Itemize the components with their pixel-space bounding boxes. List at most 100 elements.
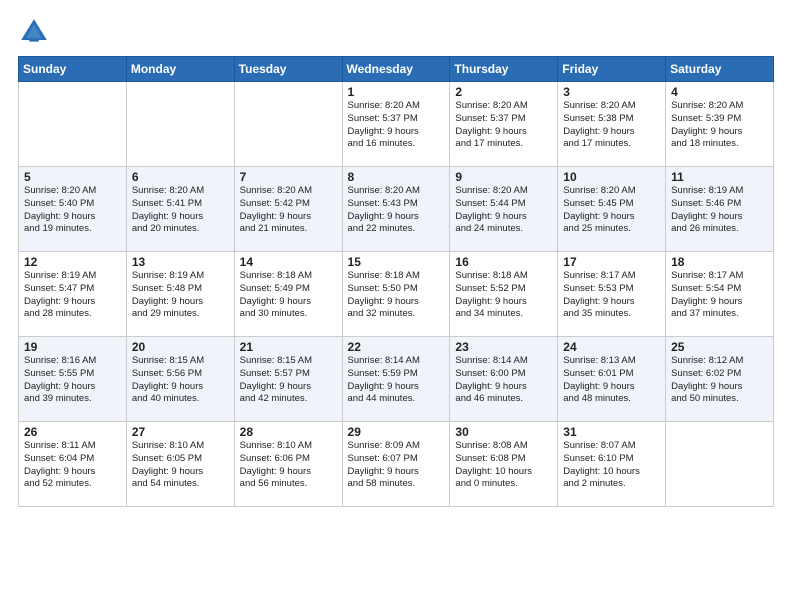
day-info: Sunrise: 8:20 AM Sunset: 5:37 PM Dayligh… [455, 100, 552, 151]
day-number: 11 [671, 170, 768, 184]
day-number: 2 [455, 85, 552, 99]
calendar-week-3: 12Sunrise: 8:19 AM Sunset: 5:47 PM Dayli… [19, 252, 774, 337]
day-info: Sunrise: 8:12 AM Sunset: 6:02 PM Dayligh… [671, 355, 768, 406]
calendar-week-5: 26Sunrise: 8:11 AM Sunset: 6:04 PM Dayli… [19, 422, 774, 507]
day-number: 30 [455, 425, 552, 439]
weekday-header-row: SundayMondayTuesdayWednesdayThursdayFrid… [19, 57, 774, 82]
day-info: Sunrise: 8:19 AM Sunset: 5:48 PM Dayligh… [132, 270, 229, 321]
calendar-cell: 18Sunrise: 8:17 AM Sunset: 5:54 PM Dayli… [666, 252, 774, 337]
day-number: 31 [563, 425, 660, 439]
calendar-cell: 5Sunrise: 8:20 AM Sunset: 5:40 PM Daylig… [19, 167, 127, 252]
calendar-cell: 7Sunrise: 8:20 AM Sunset: 5:42 PM Daylig… [234, 167, 342, 252]
day-info: Sunrise: 8:16 AM Sunset: 5:55 PM Dayligh… [24, 355, 121, 406]
day-number: 24 [563, 340, 660, 354]
day-number: 6 [132, 170, 229, 184]
calendar-week-1: 1Sunrise: 8:20 AM Sunset: 5:37 PM Daylig… [19, 82, 774, 167]
weekday-header-sunday: Sunday [19, 57, 127, 82]
day-number: 3 [563, 85, 660, 99]
day-number: 15 [348, 255, 445, 269]
day-number: 16 [455, 255, 552, 269]
day-number: 1 [348, 85, 445, 99]
day-info: Sunrise: 8:15 AM Sunset: 5:56 PM Dayligh… [132, 355, 229, 406]
calendar-cell: 19Sunrise: 8:16 AM Sunset: 5:55 PM Dayli… [19, 337, 127, 422]
day-info: Sunrise: 8:18 AM Sunset: 5:49 PM Dayligh… [240, 270, 337, 321]
calendar-cell: 15Sunrise: 8:18 AM Sunset: 5:50 PM Dayli… [342, 252, 450, 337]
day-info: Sunrise: 8:20 AM Sunset: 5:43 PM Dayligh… [348, 185, 445, 236]
day-number: 29 [348, 425, 445, 439]
weekday-header-thursday: Thursday [450, 57, 558, 82]
day-info: Sunrise: 8:17 AM Sunset: 5:53 PM Dayligh… [563, 270, 660, 321]
calendar-cell: 25Sunrise: 8:12 AM Sunset: 6:02 PM Dayli… [666, 337, 774, 422]
calendar-cell: 9Sunrise: 8:20 AM Sunset: 5:44 PM Daylig… [450, 167, 558, 252]
calendar-cell [19, 82, 127, 167]
day-number: 27 [132, 425, 229, 439]
day-info: Sunrise: 8:14 AM Sunset: 5:59 PM Dayligh… [348, 355, 445, 406]
calendar-cell: 16Sunrise: 8:18 AM Sunset: 5:52 PM Dayli… [450, 252, 558, 337]
logo-icon [18, 16, 50, 48]
calendar-cell: 28Sunrise: 8:10 AM Sunset: 6:06 PM Dayli… [234, 422, 342, 507]
calendar-cell: 23Sunrise: 8:14 AM Sunset: 6:00 PM Dayli… [450, 337, 558, 422]
day-info: Sunrise: 8:15 AM Sunset: 5:57 PM Dayligh… [240, 355, 337, 406]
day-number: 9 [455, 170, 552, 184]
day-number: 18 [671, 255, 768, 269]
calendar-cell: 1Sunrise: 8:20 AM Sunset: 5:37 PM Daylig… [342, 82, 450, 167]
calendar-cell: 29Sunrise: 8:09 AM Sunset: 6:07 PM Dayli… [342, 422, 450, 507]
day-number: 5 [24, 170, 121, 184]
day-info: Sunrise: 8:20 AM Sunset: 5:40 PM Dayligh… [24, 185, 121, 236]
day-info: Sunrise: 8:13 AM Sunset: 6:01 PM Dayligh… [563, 355, 660, 406]
calendar-cell: 14Sunrise: 8:18 AM Sunset: 5:49 PM Dayli… [234, 252, 342, 337]
calendar-week-2: 5Sunrise: 8:20 AM Sunset: 5:40 PM Daylig… [19, 167, 774, 252]
day-info: Sunrise: 8:11 AM Sunset: 6:04 PM Dayligh… [24, 440, 121, 491]
day-number: 4 [671, 85, 768, 99]
day-info: Sunrise: 8:08 AM Sunset: 6:08 PM Dayligh… [455, 440, 552, 491]
calendar-cell: 4Sunrise: 8:20 AM Sunset: 5:39 PM Daylig… [666, 82, 774, 167]
calendar-cell [234, 82, 342, 167]
day-number: 28 [240, 425, 337, 439]
day-info: Sunrise: 8:20 AM Sunset: 5:42 PM Dayligh… [240, 185, 337, 236]
day-number: 26 [24, 425, 121, 439]
day-number: 22 [348, 340, 445, 354]
weekday-header-wednesday: Wednesday [342, 57, 450, 82]
header [18, 10, 774, 48]
weekday-header-saturday: Saturday [666, 57, 774, 82]
day-info: Sunrise: 8:20 AM Sunset: 5:37 PM Dayligh… [348, 100, 445, 151]
page: SundayMondayTuesdayWednesdayThursdayFrid… [0, 0, 792, 612]
day-number: 25 [671, 340, 768, 354]
day-info: Sunrise: 8:20 AM Sunset: 5:41 PM Dayligh… [132, 185, 229, 236]
calendar-cell: 27Sunrise: 8:10 AM Sunset: 6:05 PM Dayli… [126, 422, 234, 507]
calendar: SundayMondayTuesdayWednesdayThursdayFrid… [18, 56, 774, 507]
calendar-cell: 26Sunrise: 8:11 AM Sunset: 6:04 PM Dayli… [19, 422, 127, 507]
day-info: Sunrise: 8:20 AM Sunset: 5:44 PM Dayligh… [455, 185, 552, 236]
day-number: 12 [24, 255, 121, 269]
day-info: Sunrise: 8:18 AM Sunset: 5:50 PM Dayligh… [348, 270, 445, 321]
day-info: Sunrise: 8:18 AM Sunset: 5:52 PM Dayligh… [455, 270, 552, 321]
day-number: 20 [132, 340, 229, 354]
day-number: 8 [348, 170, 445, 184]
day-info: Sunrise: 8:20 AM Sunset: 5:45 PM Dayligh… [563, 185, 660, 236]
calendar-cell: 17Sunrise: 8:17 AM Sunset: 5:53 PM Dayli… [558, 252, 666, 337]
calendar-cell: 12Sunrise: 8:19 AM Sunset: 5:47 PM Dayli… [19, 252, 127, 337]
day-info: Sunrise: 8:20 AM Sunset: 5:38 PM Dayligh… [563, 100, 660, 151]
day-number: 7 [240, 170, 337, 184]
weekday-header-friday: Friday [558, 57, 666, 82]
day-info: Sunrise: 8:10 AM Sunset: 6:06 PM Dayligh… [240, 440, 337, 491]
day-number: 23 [455, 340, 552, 354]
calendar-cell: 13Sunrise: 8:19 AM Sunset: 5:48 PM Dayli… [126, 252, 234, 337]
day-info: Sunrise: 8:14 AM Sunset: 6:00 PM Dayligh… [455, 355, 552, 406]
day-info: Sunrise: 8:07 AM Sunset: 6:10 PM Dayligh… [563, 440, 660, 491]
calendar-cell: 30Sunrise: 8:08 AM Sunset: 6:08 PM Dayli… [450, 422, 558, 507]
day-info: Sunrise: 8:17 AM Sunset: 5:54 PM Dayligh… [671, 270, 768, 321]
weekday-header-tuesday: Tuesday [234, 57, 342, 82]
day-number: 19 [24, 340, 121, 354]
weekday-header-monday: Monday [126, 57, 234, 82]
calendar-cell: 3Sunrise: 8:20 AM Sunset: 5:38 PM Daylig… [558, 82, 666, 167]
calendar-cell [126, 82, 234, 167]
day-info: Sunrise: 8:20 AM Sunset: 5:39 PM Dayligh… [671, 100, 768, 151]
calendar-week-4: 19Sunrise: 8:16 AM Sunset: 5:55 PM Dayli… [19, 337, 774, 422]
calendar-cell: 24Sunrise: 8:13 AM Sunset: 6:01 PM Dayli… [558, 337, 666, 422]
calendar-cell: 31Sunrise: 8:07 AM Sunset: 6:10 PM Dayli… [558, 422, 666, 507]
day-info: Sunrise: 8:19 AM Sunset: 5:46 PM Dayligh… [671, 185, 768, 236]
calendar-cell: 6Sunrise: 8:20 AM Sunset: 5:41 PM Daylig… [126, 167, 234, 252]
calendar-cell: 10Sunrise: 8:20 AM Sunset: 5:45 PM Dayli… [558, 167, 666, 252]
calendar-cell: 22Sunrise: 8:14 AM Sunset: 5:59 PM Dayli… [342, 337, 450, 422]
